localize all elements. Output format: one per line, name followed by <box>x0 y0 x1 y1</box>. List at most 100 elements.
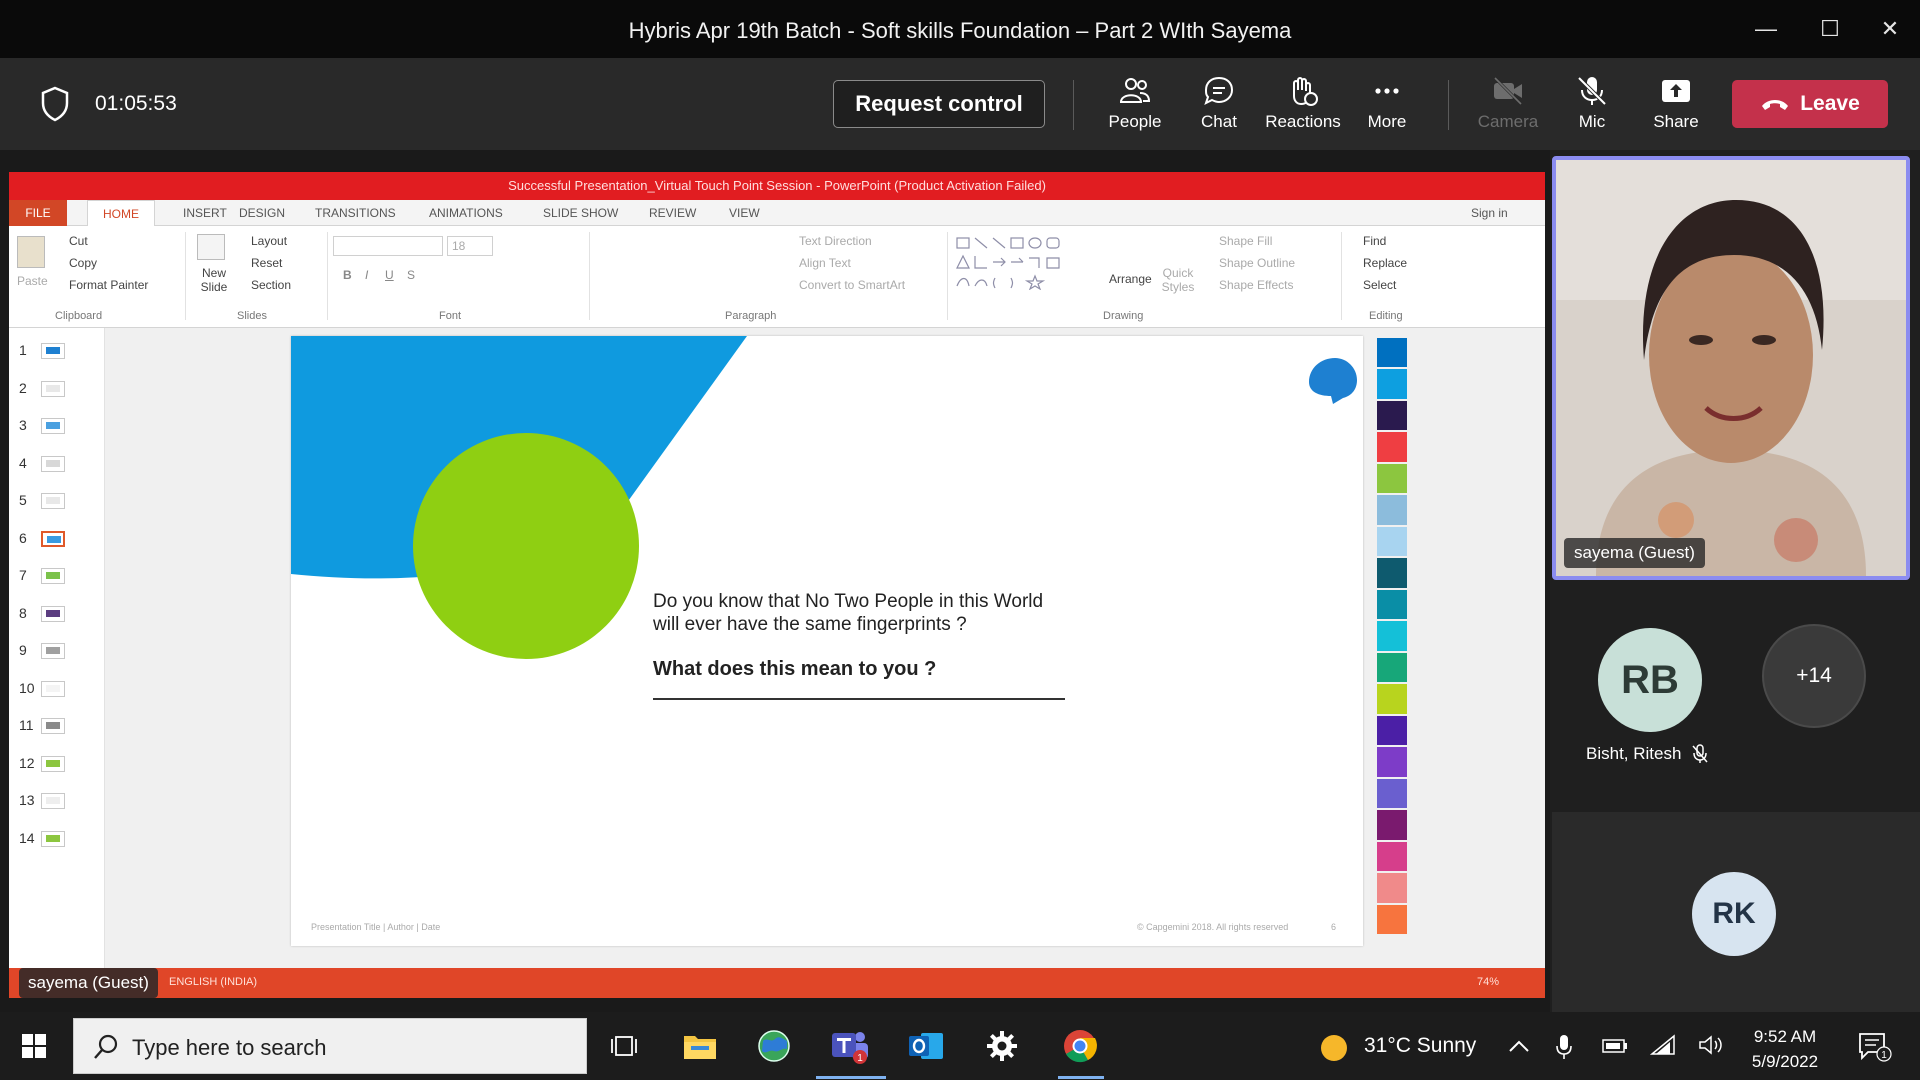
more-participants-button[interactable]: +14 <box>1762 624 1866 728</box>
zoom-level[interactable]: 74% <box>1477 976 1499 988</box>
presenter-name-chip: sayema (Guest) <box>19 968 158 998</box>
share-button[interactable]: Share <box>1631 70 1721 140</box>
tab-view[interactable]: VIEW <box>729 206 760 220</box>
outlook-button[interactable] <box>904 1024 948 1068</box>
new-slide-button[interactable]: New Slide <box>197 266 231 294</box>
section-button[interactable]: Section <box>251 278 291 292</box>
slide-prompt[interactable]: What does this mean to you ? <box>653 658 936 681</box>
slide-thumbnail[interactable] <box>41 718 65 734</box>
palette-swatch <box>1377 904 1407 934</box>
slide-thumbnail[interactable] <box>41 793 65 809</box>
slide-question[interactable]: Do you know that No Two People in this W… <box>653 590 1043 636</box>
settings-button[interactable] <box>980 1024 1024 1068</box>
taskbar-search-box[interactable]: Type here to search <box>73 1018 587 1074</box>
quick-styles-button[interactable]: Quick Styles <box>1161 266 1195 294</box>
align-text-button[interactable]: Align Text <box>799 256 851 270</box>
toolbar-divider <box>1448 80 1449 130</box>
participant-rk-tile[interactable]: RK <box>1552 812 1920 1012</box>
ribbon-divider <box>1341 232 1342 320</box>
slide-thumbnail[interactable] <box>41 755 65 772</box>
outlook-icon <box>909 1033 943 1059</box>
wifi-icon[interactable] <box>1650 1034 1676 1056</box>
slide-thumbnail[interactable] <box>41 680 65 697</box>
slide-thumbnail[interactable] <box>41 605 65 622</box>
cut-button[interactable]: Cut <box>69 234 88 248</box>
slide-thumbnail[interactable] <box>41 643 65 659</box>
arrange-button[interactable]: Arrange <box>1109 272 1152 286</box>
avatar-rb[interactable]: RB <box>1598 628 1702 732</box>
active-app-indicator <box>1058 1076 1104 1079</box>
start-button[interactable] <box>12 1024 56 1068</box>
tab-transitions[interactable]: TRANSITIONS <box>315 206 396 220</box>
shield-icon <box>41 86 69 122</box>
font-size-select[interactable]: 18 <box>447 236 493 256</box>
shape-fill-button[interactable]: Shape Fill <box>1219 234 1272 248</box>
shape-outline-button[interactable]: Shape Outline <box>1219 256 1295 270</box>
leave-label: Leave <box>1800 92 1860 115</box>
copy-button[interactable]: Copy <box>69 256 97 270</box>
weather-text[interactable]: 31°C Sunny <box>1364 1034 1476 1058</box>
close-button[interactable]: ✕ <box>1870 12 1910 46</box>
task-view-button[interactable] <box>602 1024 646 1068</box>
slide-thumbnail[interactable] <box>41 568 65 584</box>
slide-thumbnail[interactable] <box>41 380 65 397</box>
tab-design[interactable]: DESIGN <box>239 206 285 220</box>
volume-icon[interactable] <box>1698 1034 1724 1056</box>
shape-effects-button[interactable]: Shape Effects <box>1219 278 1294 292</box>
mic-button[interactable]: Mic <box>1547 70 1637 140</box>
slide-thumbnail[interactable] <box>41 418 65 434</box>
paste-button[interactable]: Paste <box>17 274 48 288</box>
format-painter-button[interactable]: Format Painter <box>69 278 148 292</box>
notification-icon[interactable]: 1 <box>1858 1032 1892 1062</box>
more-icon <box>1375 88 1399 94</box>
people-button[interactable]: People <box>1090 70 1180 140</box>
battery-icon[interactable] <box>1602 1038 1628 1054</box>
shadow-button[interactable]: S <box>407 268 415 282</box>
italic-button[interactable]: I <box>365 268 368 282</box>
browser-globe-button[interactable] <box>752 1024 796 1068</box>
tab-slide-show[interactable]: SLIDE SHOW <box>543 206 618 220</box>
font-family-select[interactable] <box>333 236 443 256</box>
chevron-up-icon[interactable] <box>1508 1038 1530 1054</box>
select-button[interactable]: Select <box>1363 278 1396 292</box>
underline-button[interactable]: U <box>385 268 394 282</box>
minimize-button[interactable]: — <box>1746 12 1786 46</box>
request-control-button[interactable]: Request control <box>833 80 1045 128</box>
palette-swatch <box>1377 684 1407 714</box>
tab-animations[interactable]: ANIMATIONS <box>429 206 503 220</box>
teams-badge: 1 <box>857 1053 863 1064</box>
sign-in-link[interactable]: Sign in <box>1471 206 1508 220</box>
taskbar-clock[interactable]: 9:52 AM 5/9/2022 <box>1740 1024 1830 1074</box>
camera-button[interactable]: Camera <box>1463 70 1553 140</box>
chat-button[interactable]: Chat <box>1174 70 1264 140</box>
microphone-icon[interactable] <box>1556 1034 1572 1060</box>
shapes-gallery[interactable] <box>955 236 1095 291</box>
slide-thumbnail[interactable] <box>41 343 65 359</box>
replace-button[interactable]: Replace <box>1363 256 1407 270</box>
bold-button[interactable]: B <box>343 268 352 282</box>
file-explorer-button[interactable] <box>678 1024 722 1068</box>
tab-file[interactable]: FILE <box>9 200 67 226</box>
leave-button[interactable]: Leave <box>1732 80 1888 128</box>
slide-thumbnail[interactable] <box>41 830 65 847</box>
find-button[interactable]: Find <box>1363 234 1386 248</box>
convert-smartart-button[interactable]: Convert to SmartArt <box>799 278 905 292</box>
text-direction-button[interactable]: Text Direction <box>799 234 872 248</box>
teams-button[interactable]: 1 <box>828 1024 872 1068</box>
layout-button[interactable]: Layout <box>251 234 287 248</box>
more-button[interactable]: More <box>1342 70 1432 140</box>
slide-thumbnail[interactable] <box>41 455 65 472</box>
shapes-icon <box>956 237 1060 291</box>
slide-thumbnail[interactable] <box>41 530 65 547</box>
reactions-button[interactable]: Reactions <box>1258 70 1348 140</box>
tab-insert[interactable]: INSERT <box>183 206 227 220</box>
tab-review[interactable]: REVIEW <box>649 206 696 220</box>
slide-thumbnail-preview <box>46 347 60 354</box>
chrome-button[interactable] <box>1058 1024 1102 1068</box>
speaker-video-tile[interactable]: sayema (Guest) <box>1552 156 1910 580</box>
reset-button[interactable]: Reset <box>251 256 282 270</box>
clipboard-group-label: Clipboard <box>55 310 103 322</box>
slide-thumbnail[interactable] <box>41 493 65 509</box>
tab-home[interactable]: HOME <box>87 200 155 226</box>
maximize-button[interactable]: ☐ <box>1810 12 1850 46</box>
